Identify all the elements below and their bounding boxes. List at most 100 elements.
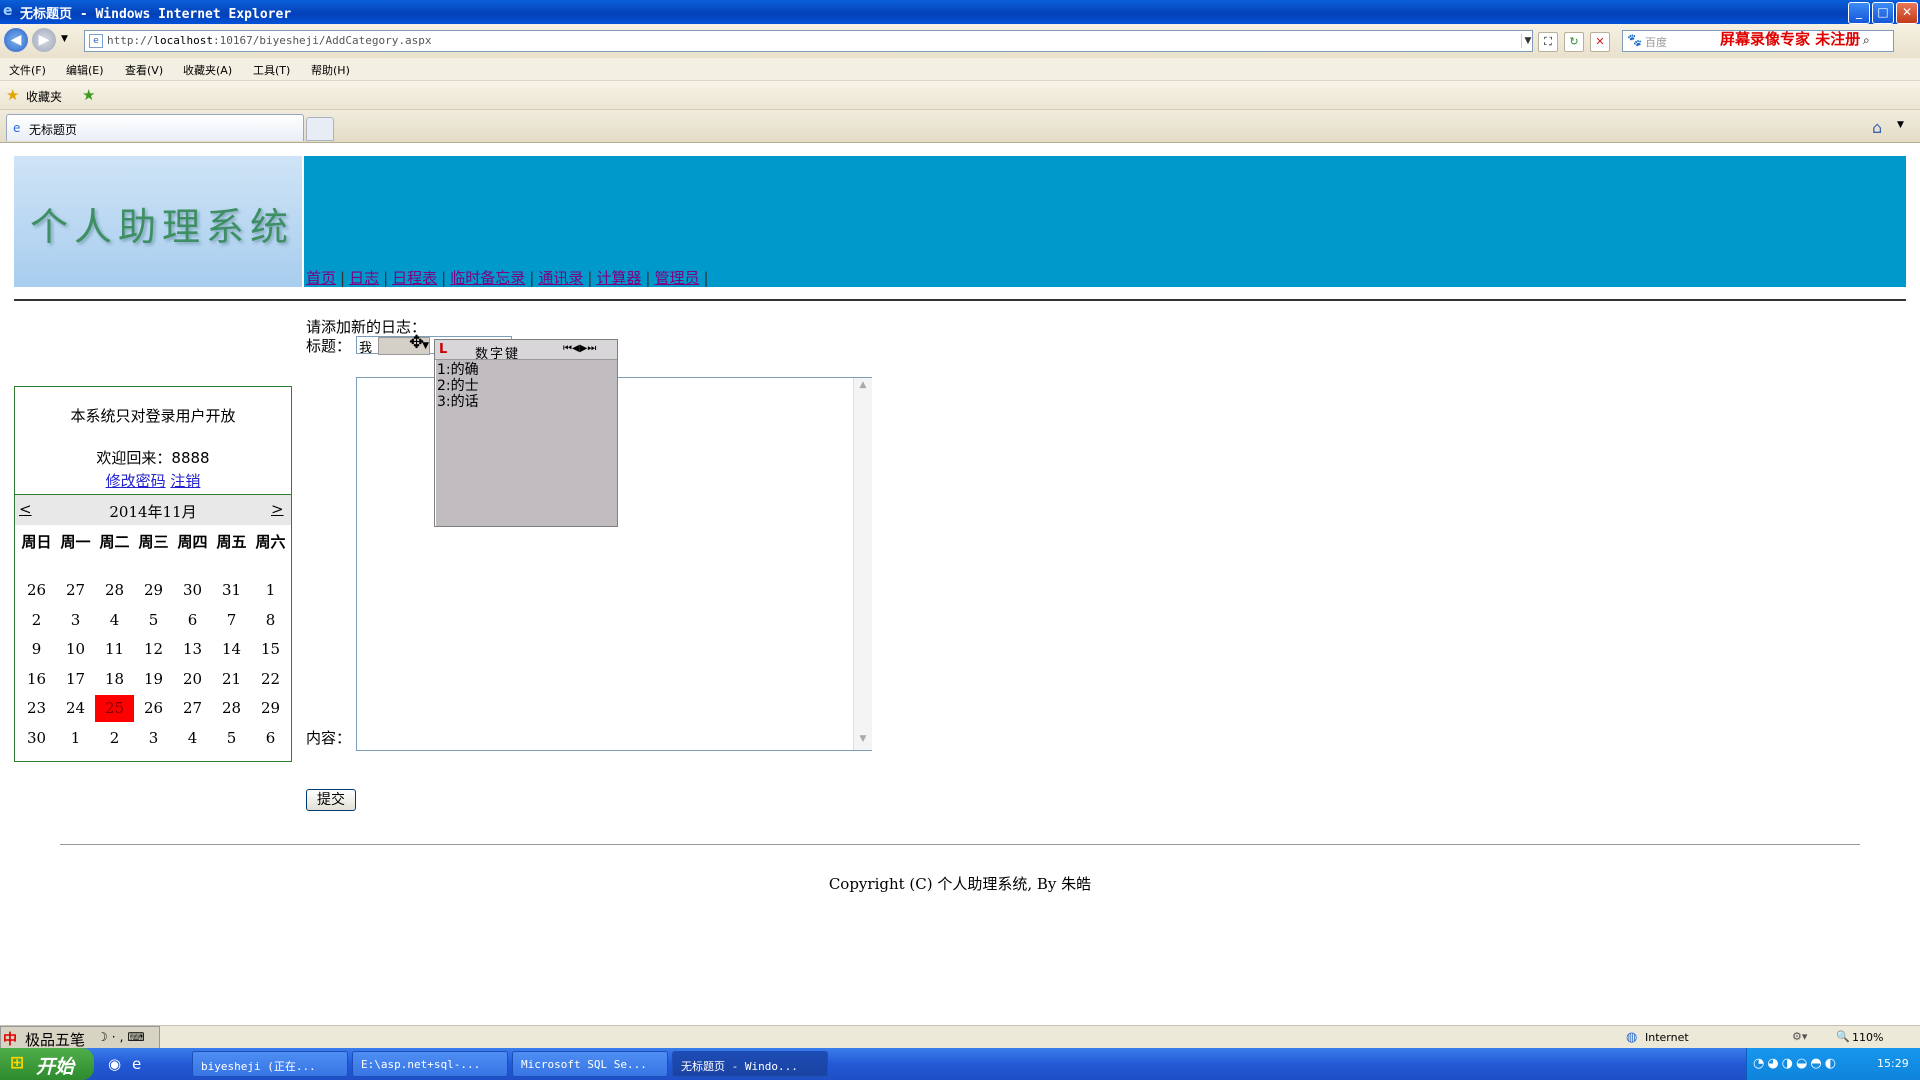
home-icon[interactable]: ⌂ [1872, 118, 1882, 137]
scroll-up-icon[interactable]: ▲ [854, 380, 872, 390]
address-input[interactable]: e http://localhost:10167/biyesheji/AddCa… [84, 30, 1533, 52]
calendar-day[interactable]: 8 [251, 607, 290, 634]
menu-help[interactable]: 帮助(H) [311, 62, 350, 78]
calendar-day[interactable]: 7 [212, 607, 251, 634]
calendar-day[interactable]: 26 [134, 695, 173, 722]
calendar-day[interactable]: 28 [95, 577, 134, 604]
new-tab-button[interactable] [306, 117, 334, 141]
ime-page-nav[interactable]: ⏮◀▶⏭ [563, 343, 596, 354]
address-dropdown-icon[interactable]: ▼ [1521, 34, 1534, 48]
task-sqlserver[interactable]: Microsoft SQL Se... [512, 1051, 668, 1077]
calendar-day[interactable]: 27 [56, 577, 95, 604]
submit-button[interactable]: 提交 [306, 789, 356, 811]
calendar-next-link[interactable]: > [271, 500, 284, 518]
calendar-day[interactable]: 5 [212, 725, 251, 752]
tab-active[interactable]: e 无标题页 [6, 114, 304, 141]
menu-edit[interactable]: 编辑(E) [66, 62, 104, 78]
favorites-button[interactable]: 收藏夹 [26, 88, 62, 105]
calendar-day[interactable]: 11 [95, 636, 134, 663]
close-button[interactable]: ✕ [1896, 2, 1918, 24]
zoom-icon[interactable]: 🔍 [1836, 1030, 1850, 1043]
ime-candidate[interactable]: 3:的话 [437, 394, 479, 410]
copyright: Copyright (C) 个人助理系统, By 朱皓 [828, 875, 1092, 893]
menu-file[interactable]: 文件(F) [9, 62, 46, 78]
calendar-day[interactable]: 13 [173, 636, 212, 663]
calendar-day[interactable]: 12 [134, 636, 173, 663]
ime-toolbar-icons[interactable]: ☽·,⌨ [97, 1030, 149, 1044]
calendar-day[interactable]: 2 [95, 725, 134, 752]
start-button[interactable]: ⊞ 开始 [0, 1048, 94, 1080]
calendar-day[interactable]: 1 [251, 577, 290, 604]
calendar-day[interactable]: 10 [56, 636, 95, 663]
ime-candidate[interactable]: 2:的士 [437, 378, 479, 394]
task-ie[interactable]: 无标题页 - Windo... [672, 1051, 828, 1077]
nav-admin[interactable]: 管理员 [654, 269, 699, 287]
calendar-day[interactable]: 16 [17, 666, 56, 693]
calendar-day[interactable]: 20 [173, 666, 212, 693]
calendar-day[interactable]: 1 [56, 725, 95, 752]
calendar-day[interactable]: 3 [134, 725, 173, 752]
nav-diary[interactable]: 日志 [349, 269, 379, 287]
calendar-day[interactable]: 17 [56, 666, 95, 693]
tray-icons[interactable]: ◔◕◑◒◓◐ [1753, 1056, 1839, 1071]
calendar-day[interactable]: 21 [212, 666, 251, 693]
calendar-day[interactable]: 30 [173, 577, 212, 604]
calendar-day-selected[interactable]: 25 [95, 695, 134, 722]
maximize-button[interactable]: □ [1872, 2, 1894, 24]
minimize-button[interactable]: _ [1848, 2, 1870, 24]
calendar-day[interactable]: 2 [17, 607, 56, 634]
calendar-day[interactable]: 19 [134, 666, 173, 693]
home-dropdown-icon[interactable]: ▼ [1897, 120, 1904, 130]
calendar-day[interactable]: 6 [251, 725, 290, 752]
calendar-day[interactable]: 15 [251, 636, 290, 663]
calendar-day[interactable]: 3 [56, 607, 95, 634]
stop-icon[interactable]: ✕ [1590, 32, 1610, 52]
quicklaunch-ie-icon[interactable]: e [132, 1055, 141, 1073]
calendar-day[interactable]: 4 [173, 725, 212, 752]
change-password-link[interactable]: 修改密码 [106, 472, 166, 490]
compat-view-icon[interactable]: ⛶ [1538, 32, 1558, 52]
calendar-day[interactable]: 5 [134, 607, 173, 634]
logout-link[interactable]: 注销 [170, 472, 200, 490]
calendar-day[interactable]: 6 [173, 607, 212, 634]
task-biyesheji[interactable]: biyesheji (正在... [192, 1051, 348, 1077]
nav-home[interactable]: 首页 [306, 269, 336, 287]
calendar-day[interactable]: 23 [17, 695, 56, 722]
calendar-day[interactable]: 29 [251, 695, 290, 722]
url-prefix: http:// [107, 34, 154, 47]
nav-calculator[interactable]: 计算器 [596, 269, 641, 287]
calendar-day[interactable]: 22 [251, 666, 290, 693]
forward-button[interactable]: ▶ [32, 28, 56, 52]
calendar-day[interactable]: 4 [95, 607, 134, 634]
nav-memo[interactable]: 临时备忘录 [450, 269, 525, 287]
footer-divider [60, 844, 1860, 845]
menu-view[interactable]: 查看(V) [125, 62, 163, 78]
back-button[interactable]: ◀ [4, 28, 28, 52]
calendar-day[interactable]: 14 [212, 636, 251, 663]
calendar-day[interactable]: 26 [17, 577, 56, 604]
calendar-day[interactable]: 29 [134, 577, 173, 604]
menu-tools[interactable]: 工具(T) [253, 62, 290, 78]
calendar-day[interactable]: 24 [56, 695, 95, 722]
task-explorer[interactable]: E:\asp.net+sql-... [352, 1051, 508, 1077]
textarea-scrollbar[interactable]: ▲ ▼ [853, 378, 872, 750]
quicklaunch-desktop-icon[interactable]: ◉ [108, 1055, 121, 1073]
zoom-level[interactable]: 110% [1852, 1031, 1883, 1044]
history-dropdown-icon[interactable]: ▼ [61, 34, 68, 44]
protected-mode-icon[interactable]: ⚙▾ [1792, 1030, 1807, 1043]
favorites-star-icon[interactable]: ★ [6, 86, 19, 104]
calendar-day[interactable]: 18 [95, 666, 134, 693]
calendar-day[interactable]: 27 [173, 695, 212, 722]
add-favorite-icon[interactable]: ★ [82, 86, 95, 104]
ime-candidate[interactable]: 1:的确 [437, 362, 479, 378]
calendar-day[interactable]: 30 [17, 725, 56, 752]
search-icon[interactable]: ⌕ [1863, 33, 1870, 48]
calendar-day[interactable]: 9 [17, 636, 56, 663]
nav-contacts[interactable]: 通讯录 [538, 269, 583, 287]
calendar-day[interactable]: 31 [212, 577, 251, 604]
scroll-down-icon[interactable]: ▼ [854, 734, 872, 744]
calendar-day[interactable]: 28 [212, 695, 251, 722]
refresh-icon[interactable]: ↻ [1564, 32, 1584, 52]
nav-schedule[interactable]: 日程表 [392, 269, 437, 287]
menu-favorites[interactable]: 收藏夹(A) [183, 62, 232, 78]
